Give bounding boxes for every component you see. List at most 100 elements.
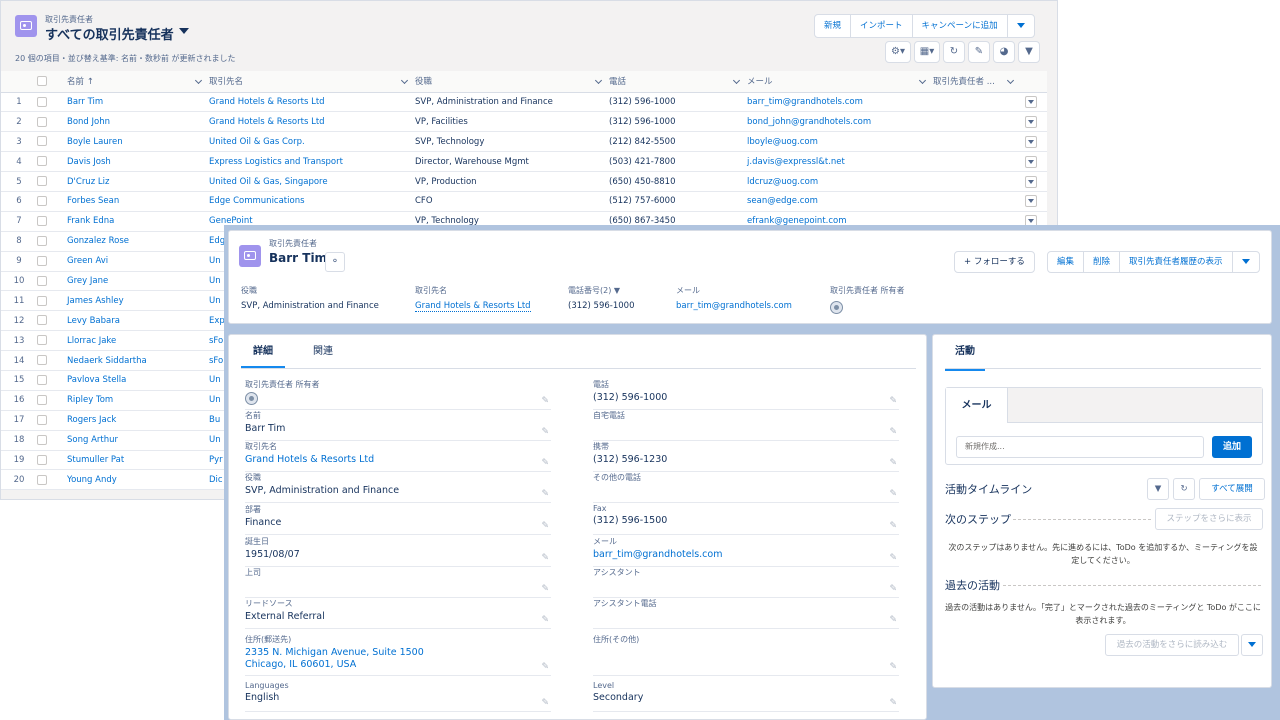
column-header-account[interactable]: 取引先名 <box>209 71 415 93</box>
row-checkbox[interactable] <box>37 196 47 207</box>
edit-pencil-icon[interactable]: ✎ <box>889 615 897 625</box>
field-link[interactable]: barr_tim@grandhotels.com <box>593 549 899 560</box>
contact-name-link[interactable]: Green Avi <box>67 251 209 272</box>
account-name-link[interactable]: United Oil & Gas Corp. <box>209 131 415 153</box>
row-menu-button[interactable] <box>1025 115 1037 128</box>
row-checkbox[interactable] <box>37 335 47 346</box>
list-view-picker-icon[interactable] <box>179 28 189 34</box>
account-name-link[interactable]: United Oil & Gas, Singapore <box>209 171 415 192</box>
row-select[interactable] <box>37 151 67 173</box>
tab-related[interactable]: 関連 <box>301 335 345 368</box>
edit-pencil-icon[interactable]: ✎ <box>541 458 549 468</box>
row-checkbox[interactable] <box>37 454 47 465</box>
email-link[interactable]: j.davis@expressl&t.net <box>747 151 933 173</box>
row-checkbox[interactable] <box>37 116 47 127</box>
follow-button[interactable]: + フォローする <box>955 252 1034 272</box>
contact-name-link[interactable]: Grey Jane <box>67 271 209 292</box>
add-to-campaign-button[interactable]: キャンペーンに追加 <box>913 15 1008 37</box>
edit-pencil-icon[interactable]: ✎ <box>889 662 897 672</box>
tab-email[interactable]: メール <box>946 388 1008 423</box>
more-record-actions-button[interactable] <box>1233 252 1259 272</box>
tab-activity[interactable]: 活動 <box>945 335 985 371</box>
charts-button[interactable]: ◕ <box>993 41 1015 63</box>
contact-name-link[interactable]: Pavlova Stella <box>67 370 209 391</box>
load-more-options-button[interactable] <box>1241 634 1263 656</box>
list-view-title[interactable]: すべての取引先責任者 <box>45 24 174 43</box>
contact-name-link[interactable]: Ripley Tom <box>67 390 209 411</box>
edit-pencil-icon[interactable]: ✎ <box>541 521 549 531</box>
account-name-link[interactable]: Express Logistics and Transport <box>209 151 415 173</box>
chevron-down-icon[interactable] <box>1006 76 1015 85</box>
row-checkbox[interactable] <box>37 414 47 425</box>
field-link[interactable]: Chicago, IL 60601, USA <box>245 659 551 670</box>
row-checkbox[interactable] <box>37 156 47 167</box>
chevron-down-icon[interactable] <box>594 76 603 85</box>
add-button[interactable]: 追加 <box>1212 436 1252 458</box>
row-actions[interactable] <box>1015 191 1047 212</box>
owner-avatar[interactable] <box>245 392 258 405</box>
row-checkbox[interactable] <box>37 136 47 147</box>
row-checkbox[interactable] <box>37 395 47 406</box>
show-history-button[interactable]: 取引先責任者履歴の表示 <box>1120 252 1233 272</box>
expand-all-button[interactable]: すべて展開 <box>1199 478 1265 500</box>
row-select[interactable] <box>37 111 67 133</box>
row-select[interactable] <box>37 469 67 491</box>
account-link[interactable]: Grand Hotels & Resorts Ltd <box>415 301 531 312</box>
edit-pencil-icon[interactable]: ✎ <box>889 427 897 437</box>
row-select[interactable] <box>37 450 67 471</box>
row-checkbox[interactable] <box>37 295 47 306</box>
row-checkbox[interactable] <box>37 375 47 386</box>
row-select[interactable] <box>37 211 67 232</box>
contact-name-link[interactable]: Frank Edna <box>67 211 209 232</box>
row-checkbox[interactable] <box>37 434 47 445</box>
select-all-checkbox[interactable] <box>37 76 47 86</box>
edit-list-button[interactable]: ✎ <box>968 41 990 63</box>
load-more-activities-button[interactable]: 過去の活動をさらに読み込む <box>1105 634 1239 656</box>
row-select[interactable] <box>37 410 67 431</box>
email-link[interactable]: barr_tim@grandhotels.com <box>676 301 830 311</box>
row-checkbox[interactable] <box>37 474 47 485</box>
account-name-link[interactable]: Edge Communications <box>209 191 415 212</box>
row-menu-button[interactable] <box>1025 175 1037 188</box>
timeline-refresh-button[interactable]: ↻ <box>1173 478 1195 500</box>
edit-pencil-icon[interactable]: ✎ <box>541 553 549 563</box>
compose-input[interactable]: 新規作成... <box>956 436 1204 458</box>
row-select[interactable] <box>37 131 67 153</box>
email-link[interactable]: lboyle@uog.com <box>747 131 933 153</box>
import-button[interactable]: インポート <box>851 15 913 37</box>
row-actions[interactable] <box>1015 111 1047 133</box>
contact-name-link[interactable]: Young Andy <box>67 469 209 491</box>
contact-name-link[interactable]: Gonzalez Rose <box>67 231 209 252</box>
row-select[interactable] <box>37 310 67 332</box>
row-menu-button[interactable] <box>1025 195 1037 208</box>
email-link[interactable]: ldcruz@uog.com <box>747 171 933 192</box>
contact-name-link[interactable]: Barr Tim <box>67 92 209 113</box>
column-header-owner[interactable]: 取引先責任者 ... <box>933 71 1015 93</box>
chevron-down-icon[interactable] <box>194 76 203 85</box>
tab-details[interactable]: 詳細 <box>241 335 285 368</box>
column-header-title[interactable]: 役職 <box>415 71 609 93</box>
row-checkbox[interactable] <box>37 255 47 266</box>
row-checkbox[interactable] <box>37 176 47 187</box>
contact-name-link[interactable]: Levy Babara <box>67 310 209 332</box>
chevron-down-icon[interactable] <box>732 76 741 85</box>
contact-name-link[interactable]: Forbes Sean <box>67 191 209 212</box>
edit-pencil-icon[interactable]: ✎ <box>889 396 897 406</box>
row-select[interactable] <box>37 330 67 352</box>
row-select[interactable] <box>37 271 67 292</box>
email-link[interactable]: sean@edge.com <box>747 191 933 212</box>
row-select[interactable] <box>37 251 67 272</box>
edit-pencil-icon[interactable]: ✎ <box>541 489 549 499</box>
row-select[interactable] <box>37 430 67 451</box>
edit-button[interactable]: 編集 <box>1048 252 1085 272</box>
edit-pencil-icon[interactable]: ✎ <box>541 396 549 406</box>
row-actions[interactable] <box>1015 171 1047 192</box>
row-select[interactable] <box>37 92 67 113</box>
contact-name-link[interactable]: Nedaerk Siddartha <box>67 350 209 371</box>
field-link[interactable]: Grand Hotels & Resorts Ltd <box>245 454 551 465</box>
edit-pencil-icon[interactable]: ✎ <box>889 489 897 499</box>
edit-pencil-icon[interactable]: ✎ <box>541 584 549 594</box>
new-button[interactable]: 新規 <box>815 15 852 37</box>
email-link[interactable]: barr_tim@grandhotels.com <box>747 92 933 113</box>
contact-name-link[interactable]: Stumuller Pat <box>67 450 209 471</box>
